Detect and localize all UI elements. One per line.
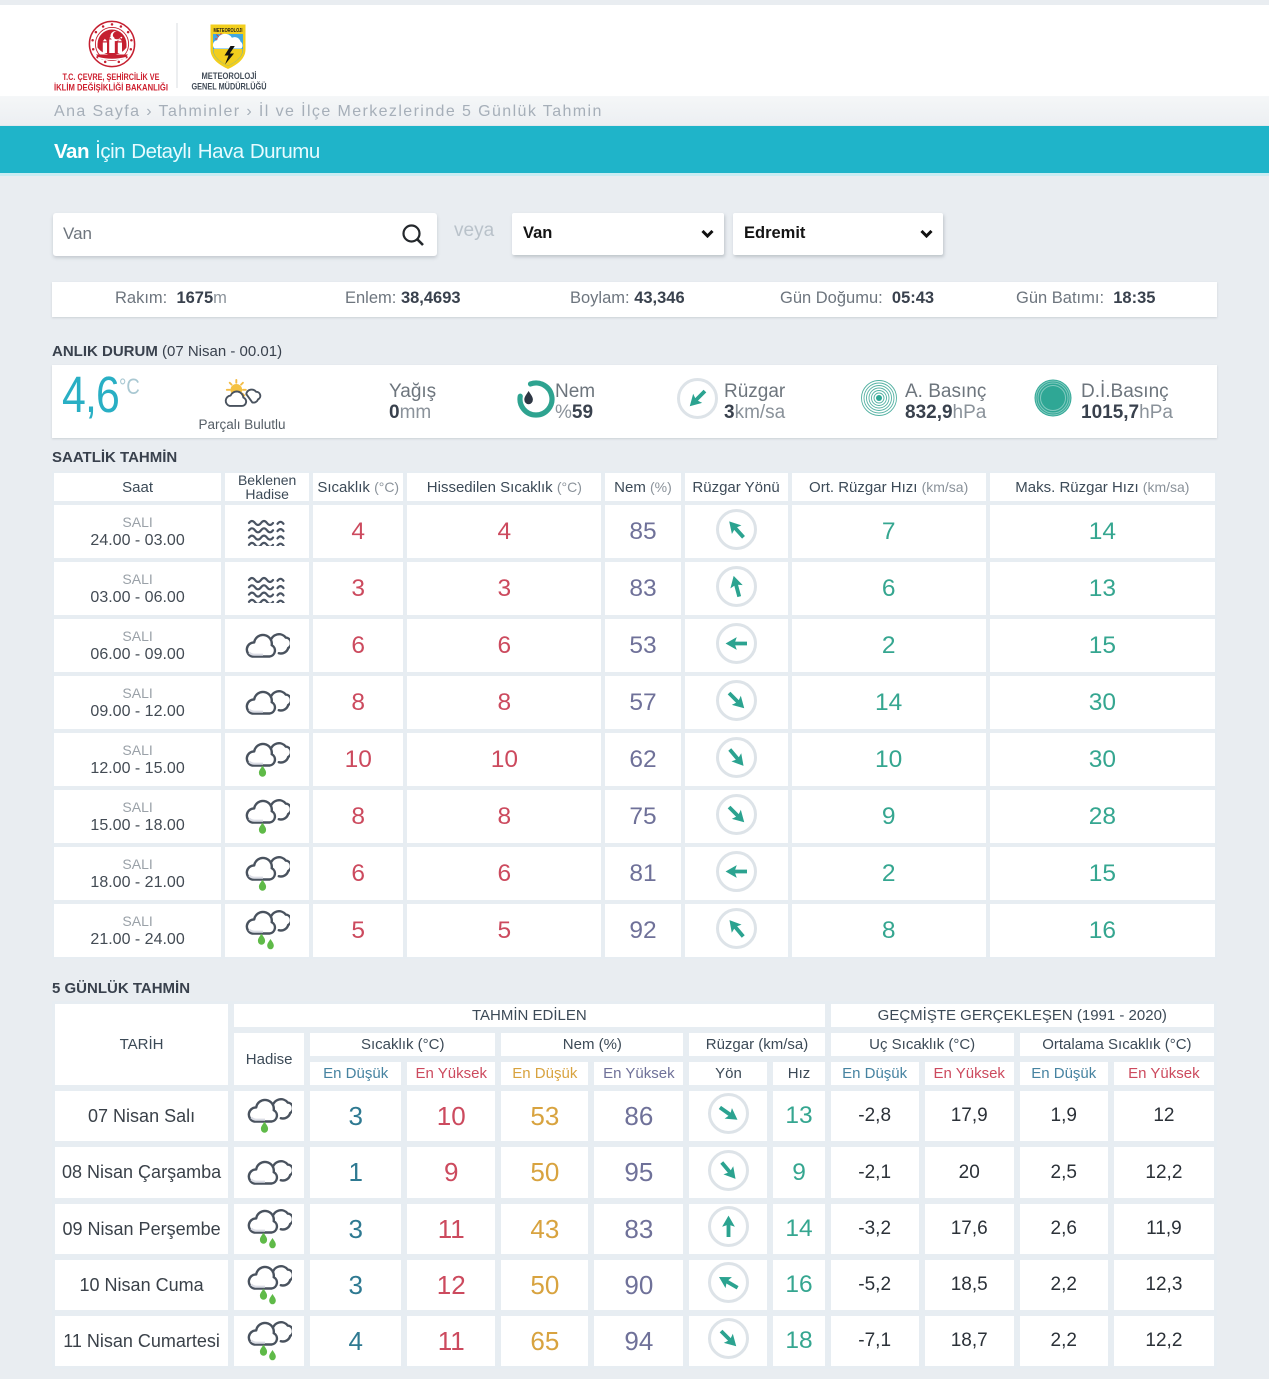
svg-text:METEOROLOJİ: METEOROLOJİ [202,71,257,81]
svg-text:METEOROLOJI: METEOROLOJI [214,28,243,34]
svg-text:T.C. ÇEVRE, ŞEHİRCİLİK VE: T.C. ÇEVRE, ŞEHİRCİLİK VE [63,72,160,82]
svg-text:GENEL MÜDÜRLÜĞÜ: GENEL MÜDÜRLÜĞÜ [192,81,267,92]
svg-text:İKLİM DEĞİŞİKLİĞİ BAKANLIĞI: İKLİM DEĞİŞİKLİĞİ BAKANLIĞI [54,82,168,93]
